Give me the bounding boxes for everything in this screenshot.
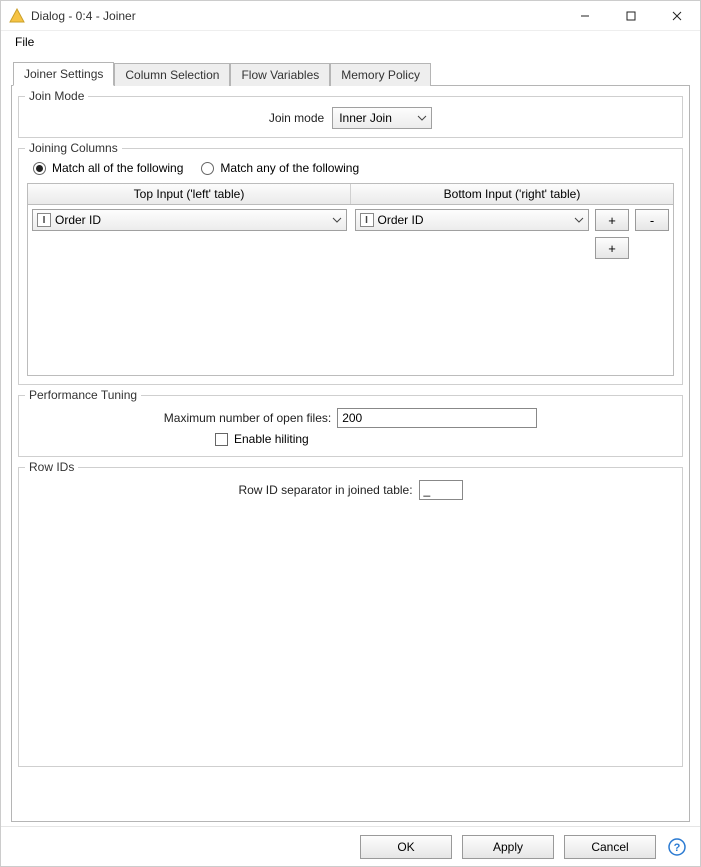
tab-label: Memory Policy (341, 68, 420, 82)
group-joining-columns: Joining Columns Match all of the followi… (18, 148, 683, 385)
svg-text:?: ? (674, 842, 681, 854)
maximize-button[interactable] (608, 1, 654, 30)
btn-label: Cancel (591, 840, 628, 854)
join-mode-select[interactable]: Inner Join (332, 107, 432, 129)
join-mode-value: Inner Join (339, 111, 392, 125)
radio-dot-icon (33, 162, 46, 175)
group-title: Join Mode (25, 89, 88, 103)
tabpage-joiner-settings: Join Mode Join mode Inner Join Joining C… (11, 85, 690, 822)
input-value: 200 (342, 411, 362, 425)
chevron-down-icon (332, 217, 342, 223)
group-title: Performance Tuning (25, 388, 141, 402)
row-id-separator-input[interactable]: _ (419, 480, 463, 500)
join-columns-table: Top Input ('left' table) Bottom Input ('… (27, 183, 674, 376)
join-mode-label: Join mode (269, 111, 324, 125)
close-button[interactable] (654, 1, 700, 30)
btn-label: OK (397, 840, 414, 854)
left-column-select[interactable]: I Order ID (32, 209, 347, 231)
add-row-button[interactable]: + (595, 209, 629, 231)
tab-label: Column Selection (125, 68, 219, 82)
radio-match-all[interactable]: Match all of the following (33, 161, 183, 175)
titlebar: Dialog - 0:4 - Joiner (1, 1, 700, 31)
cancel-button[interactable]: Cancel (564, 835, 656, 859)
max-open-files-label: Maximum number of open files: (164, 411, 331, 425)
radio-match-any[interactable]: Match any of the following (201, 161, 359, 175)
dialog-window: Dialog - 0:4 - Joiner File Joiner Settin… (0, 0, 701, 867)
header-right: Bottom Input ('right' table) (351, 184, 673, 204)
menu-file[interactable]: File (9, 33, 40, 51)
enable-hiliting-checkbox[interactable]: Enable hiliting (215, 432, 309, 446)
join-columns-body: I Order ID I Order ID (28, 205, 673, 375)
tab-column-selection[interactable]: Column Selection (114, 63, 230, 86)
add-row-button-2[interactable]: + (595, 237, 629, 259)
apply-button[interactable]: Apply (462, 835, 554, 859)
tab-label: Joiner Settings (24, 67, 103, 81)
radio-dot-icon (201, 162, 214, 175)
remove-row-button[interactable]: - (635, 209, 669, 231)
group-row-ids: Row IDs Row ID separator in joined table… (18, 467, 683, 767)
right-column-select[interactable]: I Order ID (355, 209, 590, 231)
help-icon: ? (668, 838, 686, 856)
row-id-separator-label: Row ID separator in joined table: (238, 483, 412, 497)
radio-label: Match any of the following (220, 161, 359, 175)
match-mode-radios: Match all of the following Match any of … (27, 159, 674, 183)
minimize-button[interactable] (562, 1, 608, 30)
group-title: Joining Columns (25, 141, 122, 155)
group-title: Row IDs (25, 460, 78, 474)
header-left: Top Input ('left' table) (28, 184, 351, 204)
chevron-down-icon (574, 217, 584, 223)
dialog-buttonbar: OK Apply Cancel ? (1, 826, 700, 866)
tab-memory-policy[interactable]: Memory Policy (330, 63, 431, 86)
integer-type-icon: I (360, 213, 374, 227)
content-area: Joiner Settings Column Selection Flow Va… (1, 53, 700, 826)
btn-label: + (608, 241, 616, 256)
input-value: _ (424, 483, 431, 497)
radio-label: Match all of the following (52, 161, 183, 175)
checkbox-label: Enable hiliting (234, 432, 309, 446)
btn-label: + (608, 213, 616, 228)
tabstrip: Joiner Settings Column Selection Flow Va… (13, 61, 690, 85)
group-join-mode: Join Mode Join mode Inner Join (18, 96, 683, 138)
checkbox-box-icon (215, 433, 228, 446)
row-action-buttons: + - + (595, 209, 669, 371)
join-columns-header: Top Input ('left' table) Bottom Input ('… (28, 184, 673, 205)
group-performance-tuning: Performance Tuning Maximum number of ope… (18, 395, 683, 457)
menubar: File (1, 31, 700, 53)
chevron-down-icon (417, 115, 427, 121)
ok-button[interactable]: OK (360, 835, 452, 859)
window-title: Dialog - 0:4 - Joiner (31, 9, 562, 23)
window-controls (562, 1, 700, 30)
right-column-value: Order ID (378, 213, 424, 227)
btn-label: - (650, 213, 654, 228)
left-column-value: Order ID (55, 213, 101, 227)
tab-label: Flow Variables (241, 68, 319, 82)
tab-joiner-settings[interactable]: Joiner Settings (13, 62, 114, 86)
tab-flow-variables[interactable]: Flow Variables (230, 63, 330, 86)
btn-label: Apply (493, 840, 523, 854)
help-button[interactable]: ? (666, 836, 688, 858)
integer-type-icon: I (37, 213, 51, 227)
max-open-files-input[interactable]: 200 (337, 408, 537, 428)
app-icon (9, 8, 25, 24)
